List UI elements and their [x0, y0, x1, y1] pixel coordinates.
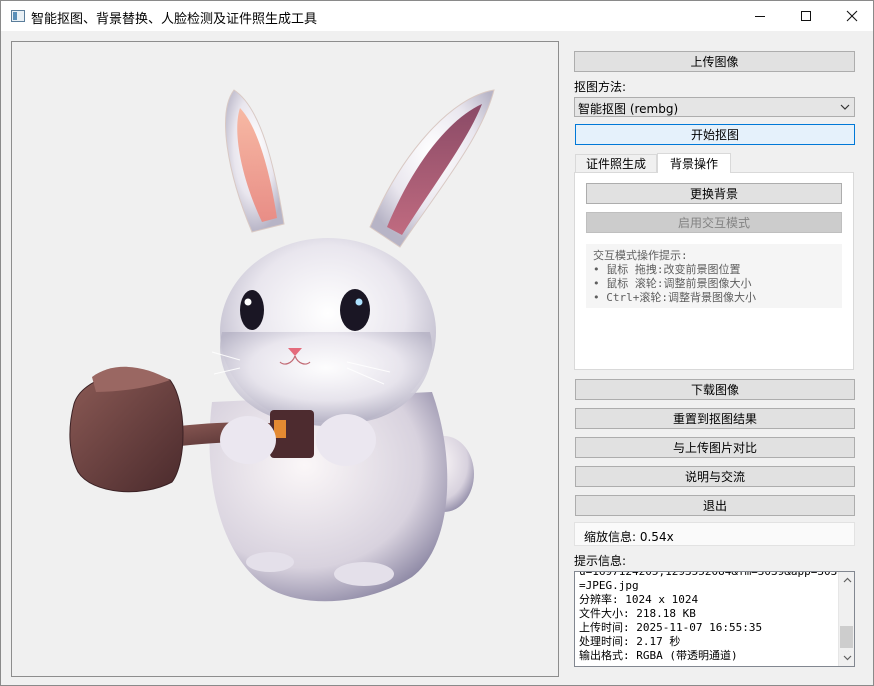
log-line: 上传时间: 2025-11-07 16:55:35 [579, 621, 763, 634]
window-title: 智能抠图、背景替换、人脸检测及证件照生成工具 [31, 12, 318, 27]
close-button[interactable] [829, 1, 874, 31]
main-window: 智能抠图、背景替换、人脸检测及证件照生成工具 上传图像 抠图方法: 智能抠图 (… [0, 0, 874, 686]
rabbit-image [69, 89, 495, 602]
exit-button[interactable]: 退出 [575, 495, 855, 516]
log-line: 处理时间: 2.17 秒 [579, 635, 681, 648]
reset-result-button[interactable]: 重置到抠图结果 [575, 408, 855, 429]
maximize-icon [801, 11, 811, 21]
log-line: 文件大小: 218.18 KB [579, 607, 696, 620]
close-icon [846, 10, 858, 22]
matting-method-label: 抠图方法: [574, 80, 627, 94]
log-content: u=1697124205,1293552084&fm=3039&app=3035… [579, 571, 855, 663]
log-scrollbar[interactable] [838, 572, 854, 666]
interactive-hint-box: 交互模式操作提示: • 鼠标 拖拽:改变前景图位置 • 鼠标 滚轮:调整前景图像… [586, 244, 842, 308]
maximize-button[interactable] [783, 1, 829, 31]
matting-method-value: 智能抠图 (rembg) [578, 102, 679, 116]
minimize-icon [755, 15, 765, 17]
image-canvas[interactable] [11, 41, 559, 677]
scroll-up-button[interactable] [839, 572, 854, 588]
log-line: 输出格式: RGBA (带透明通道) [579, 649, 738, 662]
tab-id-photo[interactable]: 证件照生成 [575, 154, 657, 172]
log-line: =JPEG.jpg [579, 579, 639, 592]
log-textarea[interactable]: u=1697124205,1293552084&fm=3039&app=3035… [574, 571, 855, 667]
enable-interactive-button[interactable]: 启用交互模式 [586, 212, 842, 233]
scroll-down-button[interactable] [839, 650, 854, 666]
zoom-info-box: 缩放信息: 0.54x [574, 522, 855, 546]
change-background-button[interactable]: 更换背景 [586, 183, 842, 204]
scrollbar-thumb[interactable] [840, 626, 853, 648]
chevron-up-icon [843, 577, 851, 583]
title-bar[interactable]: 智能抠图、背景替换、人脸检测及证件照生成工具 [1, 1, 873, 31]
app-window-icon [11, 10, 25, 22]
log-label: 提示信息: [574, 554, 627, 568]
start-matting-button[interactable]: 开始抠图 [575, 124, 855, 145]
zoom-info-text: 缩放信息: 0.54x [584, 530, 674, 544]
hint-line: • Ctrl+滚轮:调整背景图像大小 [593, 291, 756, 304]
compare-button[interactable]: 与上传图片对比 [575, 437, 855, 458]
upload-image-button[interactable]: 上传图像 [574, 51, 855, 72]
download-image-button[interactable]: 下载图像 [575, 379, 855, 400]
hint-line: • 鼠标 拖拽:改变前景图位置 [593, 263, 741, 276]
hint-line: • 鼠标 滚轮:调整前景图像大小 [593, 277, 752, 290]
log-line: 分辨率: 1024 x 1024 [579, 593, 699, 606]
hint-title: 交互模式操作提示: [593, 249, 688, 262]
log-line: u=1697124205,1293552084&fm=3039&app=3035… [579, 571, 855, 578]
help-button[interactable]: 说明与交流 [575, 466, 855, 487]
chevron-down-icon [840, 104, 850, 110]
matting-method-select[interactable]: 智能抠图 (rembg) [574, 97, 855, 117]
chevron-down-icon [843, 655, 851, 661]
minimize-button[interactable] [737, 1, 783, 31]
tab-background[interactable]: 背景操作 [657, 153, 731, 173]
